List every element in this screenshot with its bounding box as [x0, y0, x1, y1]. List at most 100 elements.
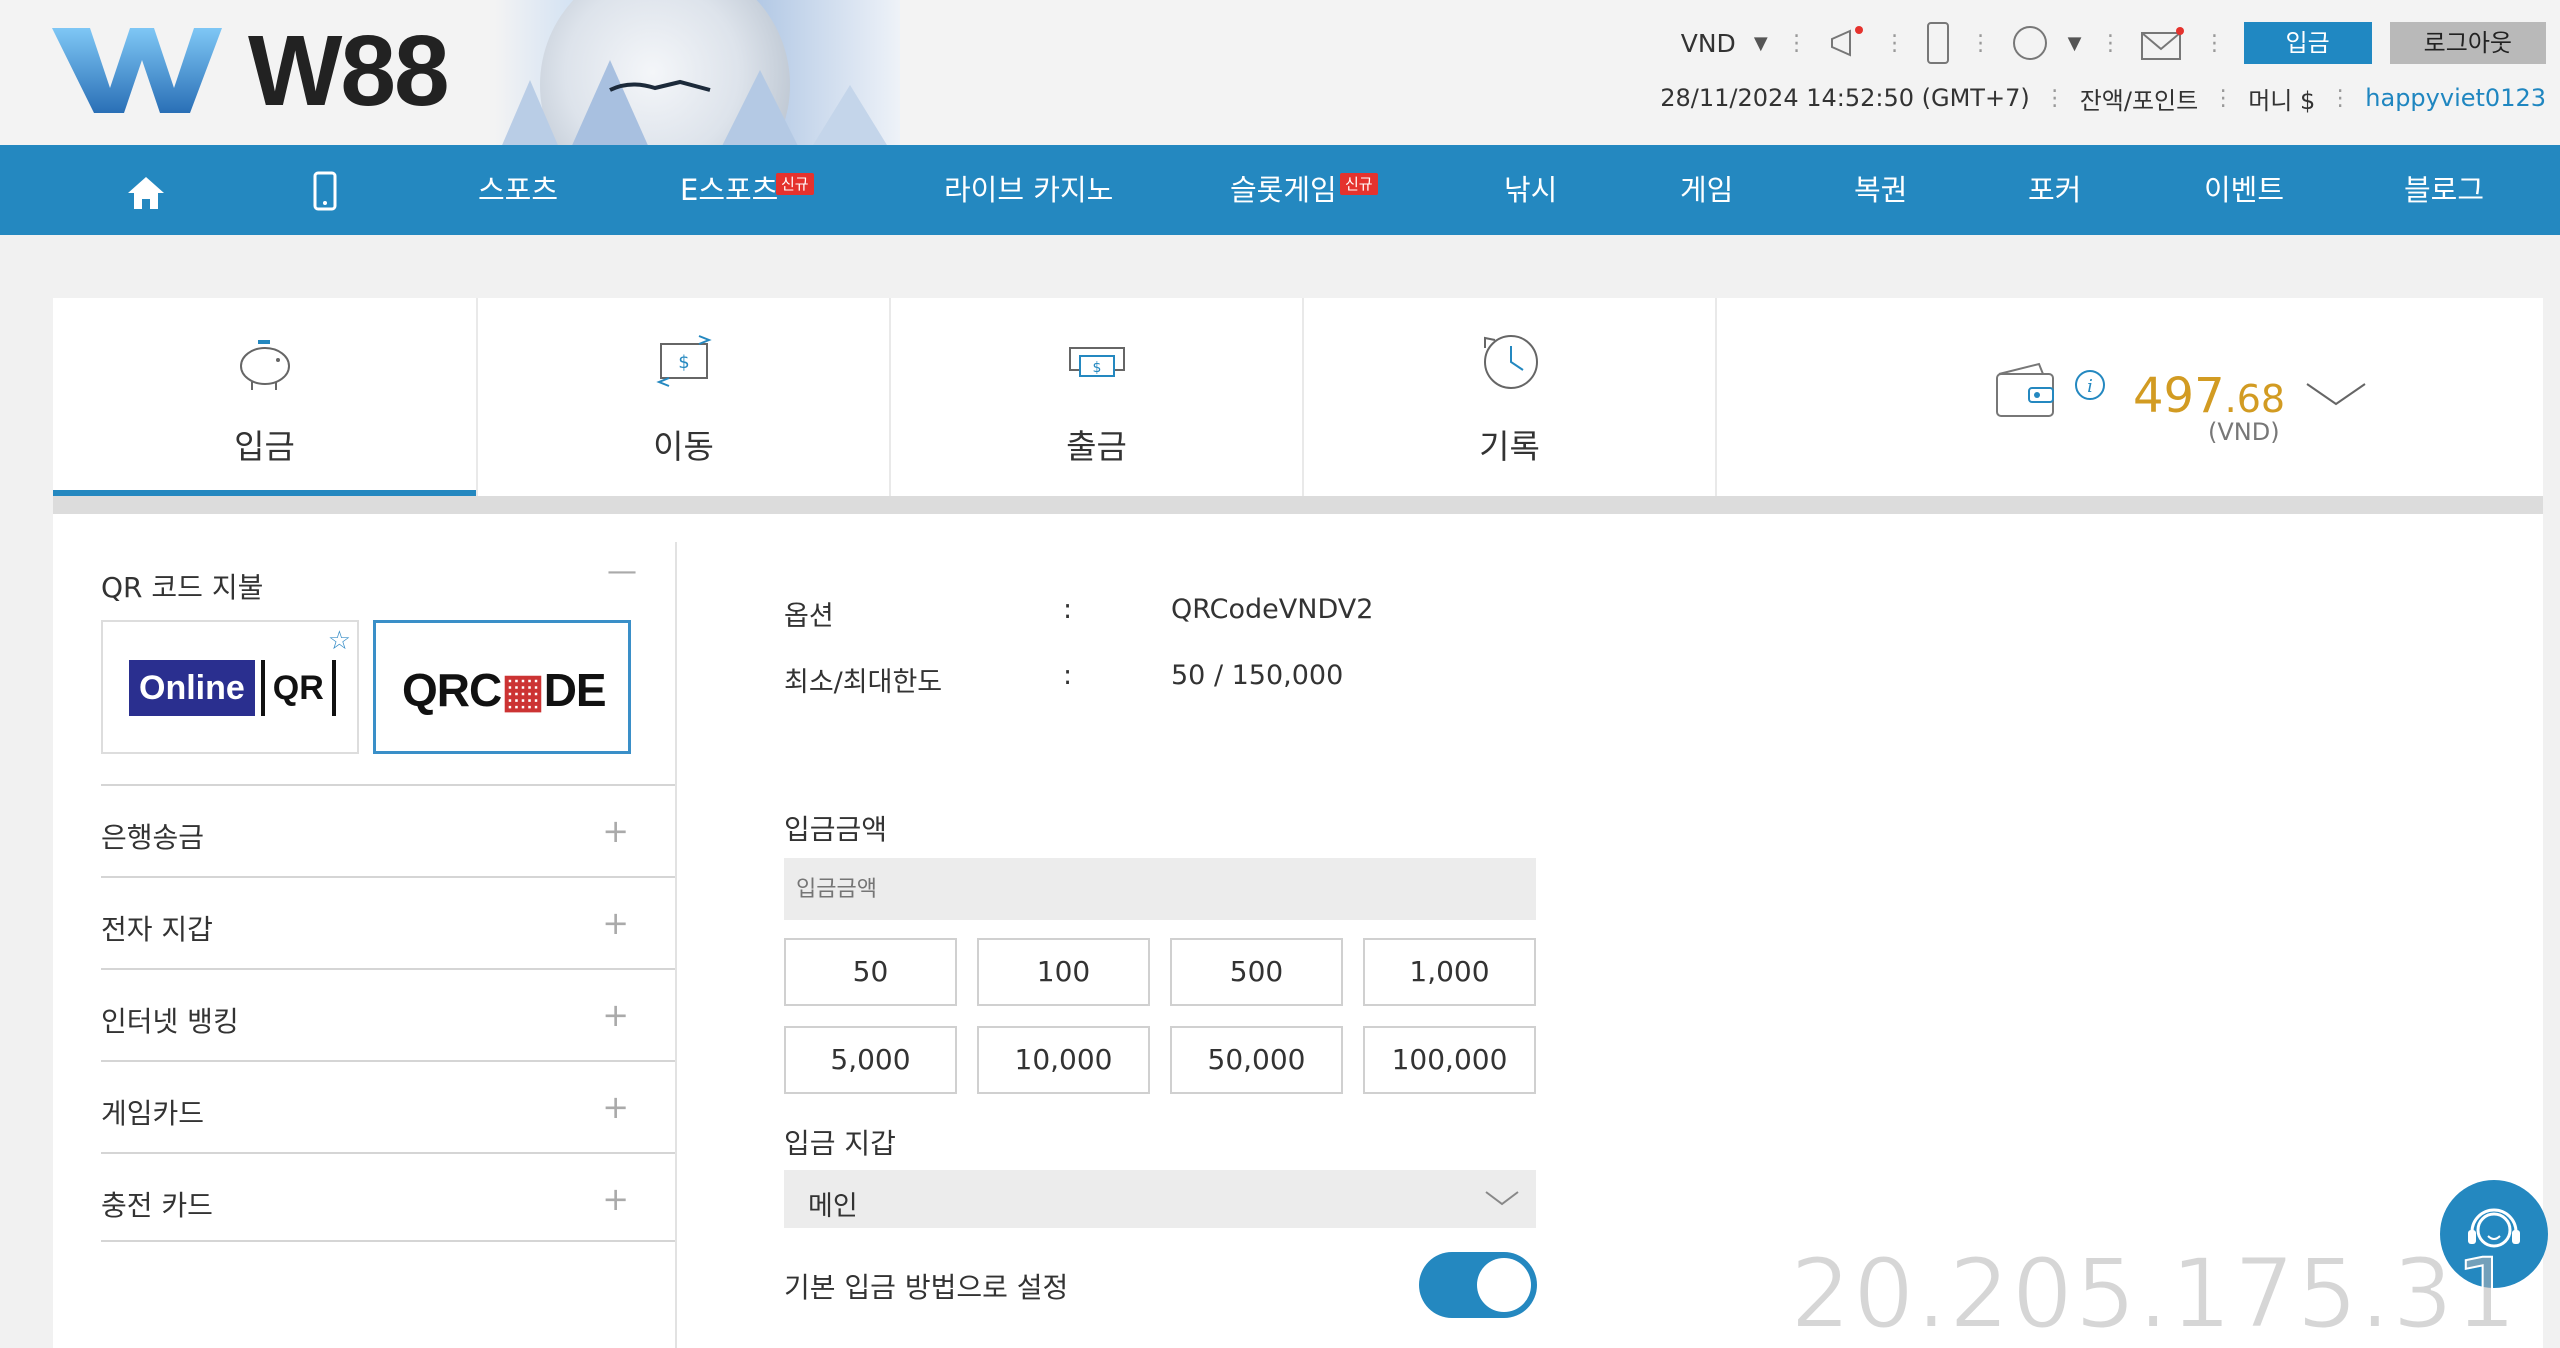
nav-sports[interactable]: 스포츠 — [478, 145, 558, 235]
qr-payment-title[interactable]: QR 코드 지불 — [101, 566, 263, 606]
tab-transfer[interactable]: $ 이동 — [478, 298, 889, 496]
limit-value: 50 / 150,000 — [1171, 660, 1344, 691]
balance-amount: 497.68 — [2133, 368, 2286, 424]
colon: : — [1063, 594, 1073, 625]
method-internet-banking[interactable]: 인터넷 뱅킹 + — [101, 968, 675, 1060]
star-icon[interactable]: ☆ — [328, 626, 351, 656]
history-icon — [1483, 335, 1538, 389]
divider — [1715, 298, 1717, 496]
qr-option-online-qr[interactable]: Online QR ☆ — [101, 620, 359, 754]
amount-preset-button[interactable]: 50 — [784, 938, 957, 1006]
nav-lottery[interactable]: 복권 — [1854, 145, 1907, 235]
expand-icon[interactable]: + — [602, 1180, 629, 1218]
nav-live-casino[interactable]: 라이브 카지노 — [944, 145, 1113, 235]
divider — [101, 1240, 675, 1242]
balance-points-link[interactable]: 잔액/포인트 — [2080, 81, 2199, 116]
method-label: 은행송금 — [101, 821, 205, 854]
balance-currency: (VND) — [2208, 418, 2280, 446]
svg-text:i: i — [2087, 376, 2093, 397]
chevron-down-icon[interactable] — [2305, 380, 2367, 410]
divider: ⋮ — [2099, 30, 2122, 56]
method-game-card[interactable]: 게임카드 + — [101, 1060, 675, 1152]
tab-deposit[interactable]: 입금 — [53, 298, 476, 496]
chevron-down-icon — [1485, 1191, 1519, 1206]
nav-fishing[interactable]: 낚시 — [1504, 145, 1557, 235]
amount-preset-button[interactable]: 100 — [977, 938, 1150, 1006]
amount-preset-button[interactable]: 500 — [1170, 938, 1343, 1006]
logout-button[interactable]: 로그아웃 — [2389, 22, 2546, 64]
qr-option-qrcode[interactable]: QRC▦DE — [373, 620, 631, 754]
wallet-select[interactable]: 메인 — [784, 1170, 1536, 1228]
deposit-button[interactable]: 입금 — [2243, 22, 2372, 64]
funds-tabs: 입금 $ 이동 $ 출금 기록 i 497.68 (VND) — [53, 298, 2543, 496]
svg-text:$: $ — [678, 352, 689, 373]
nav-events[interactable]: 이벤트 — [2204, 145, 2284, 235]
new-badge: 신규 — [1340, 173, 1378, 195]
toggle-knob — [1477, 1258, 1531, 1312]
deposit-content: QR 코드 지불 — Online QR ☆ QRC▦DE 은행송금 + 전자 지… — [53, 514, 2543, 1348]
mail-icon[interactable] — [2140, 23, 2186, 63]
amount-preset-button[interactable]: 100,000 — [1363, 1026, 1536, 1094]
nav-blog[interactable]: 블로그 — [2404, 145, 2484, 235]
method-label: 인터넷 뱅킹 — [101, 1005, 239, 1038]
main-nav: 스포츠 E스포츠 신규 라이브 카지노 슬롯게임 신규 낚시 게임 복권 포커 … — [0, 145, 2560, 235]
nav-poker[interactable]: 포커 — [2028, 145, 2081, 235]
amount-preset-button[interactable]: 10,000 — [977, 1026, 1150, 1094]
method-label: 전자 지갑 — [101, 913, 213, 946]
colon: : — [1063, 660, 1073, 691]
expand-icon[interactable]: + — [602, 904, 629, 942]
divider: ⋮ — [2212, 85, 2235, 111]
amount-preset-button[interactable]: 50,000 — [1170, 1026, 1343, 1094]
tabs-bottom-strip — [53, 496, 2543, 514]
amount-input[interactable] — [784, 858, 1536, 920]
method-recharge-card[interactable]: 충전 카드 + — [101, 1152, 675, 1244]
withdraw-icon: $ — [1068, 347, 1125, 377]
amount-preset-button[interactable]: 5,000 — [784, 1026, 957, 1094]
method-label: 게임카드 — [101, 1097, 205, 1130]
datetime: 28/11/2024 14:52:50 (GMT+7) — [1660, 84, 2030, 112]
brand-name[interactable]: W88 — [248, 14, 450, 129]
nav-slots[interactable]: 슬롯게임 — [1230, 145, 1337, 235]
expand-icon[interactable]: + — [602, 812, 629, 850]
transfer-icon: $ — [655, 335, 712, 387]
site-header: W88 VND ▼ ⋮ ⋮ ⋮ ▼ ⋮ ⋮ 입금 로그아웃 28/11/2024… — [0, 0, 2560, 145]
home-icon[interactable] — [126, 175, 166, 211]
divider: ⋮ — [1883, 30, 1906, 56]
language-icon[interactable] — [2010, 23, 2050, 63]
amount-label: 입금금액 — [784, 813, 888, 846]
method-bank-transfer[interactable]: 은행송금 + — [101, 784, 675, 876]
default-method-toggle[interactable] — [1419, 1252, 1537, 1318]
expand-icon[interactable]: + — [602, 996, 629, 1034]
tab-withdraw[interactable]: $ 출금 — [891, 298, 1302, 496]
tab-label: 기록 — [1479, 427, 1540, 466]
amount-preset-button[interactable]: 1,000 — [1363, 938, 1536, 1006]
nav-esports[interactable]: E스포츠 — [680, 145, 778, 235]
expand-icon[interactable]: + — [602, 1088, 629, 1126]
divider: ⋮ — [1785, 30, 1808, 56]
nav-games[interactable]: 게임 — [1680, 145, 1733, 235]
collapse-icon[interactable]: — — [607, 554, 637, 589]
ip-address-watermark: 20.205.175.31 — [1789, 1237, 2519, 1348]
money-link[interactable]: 머니 $ — [2248, 81, 2315, 116]
account-info-bar: 28/11/2024 14:52:50 (GMT+7) ⋮ 잔액/포인트 ⋮ 머… — [1660, 80, 2546, 116]
method-label: 충전 카드 — [101, 1189, 213, 1222]
option-label: 옵션 — [784, 601, 834, 632]
mobile-icon[interactable] — [312, 171, 338, 211]
chevron-down-icon[interactable]: ▼ — [2068, 33, 2082, 54]
method-e-wallet[interactable]: 전자 지갑 + — [101, 876, 675, 968]
new-badge: 신규 — [776, 173, 814, 195]
username-link[interactable]: happyviet0123 — [2365, 84, 2546, 112]
currency-select[interactable]: VND — [1681, 29, 1736, 58]
option-value: QRCodeVNDV2 — [1171, 594, 1374, 625]
megaphone-icon[interactable] — [1826, 23, 1866, 63]
chevron-down-icon[interactable]: ▼ — [1754, 33, 1768, 54]
svg-text:$: $ — [1092, 360, 1101, 376]
mobile-icon[interactable] — [1924, 21, 1952, 65]
sidebar-divider — [675, 542, 677, 1348]
info-icon[interactable]: i — [2073, 368, 2107, 402]
tab-label: 입금 — [234, 427, 295, 466]
wallet-icon — [1996, 362, 2054, 417]
tab-history[interactable]: 기록 — [1304, 298, 1715, 496]
w88-logo-icon[interactable] — [52, 28, 222, 113]
qrcode-logo: QRC▦DE — [402, 664, 607, 716]
